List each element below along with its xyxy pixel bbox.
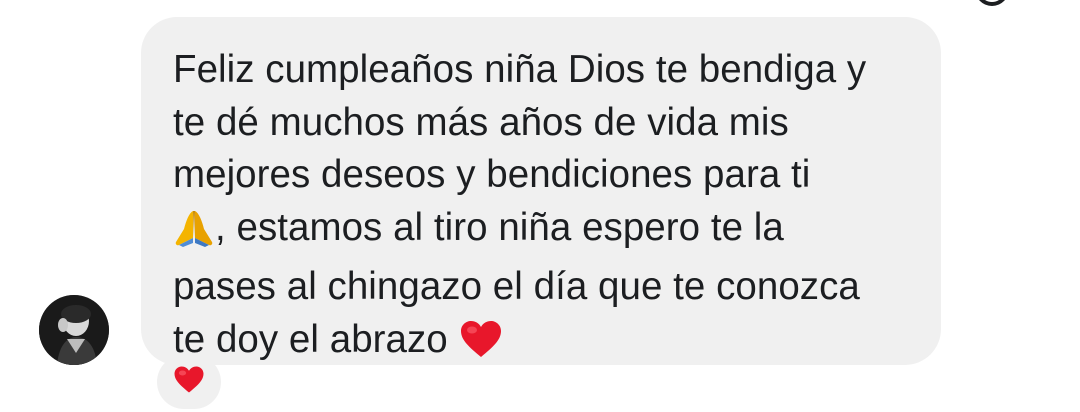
message-line-4-text: , estamos al tiro niña espero te la (215, 205, 784, 249)
sender-avatar[interactable] (39, 295, 109, 365)
message-bubble[interactable]: Feliz cumpleaños niña Dios te bendiga y … (141, 17, 941, 365)
emoji-reaction-icon[interactable] (975, 0, 1009, 6)
chat-view: Feliz cumpleaños niña Dios te bendiga y … (0, 0, 1080, 412)
message-line-5: pases al chingazo el día que te conozca (173, 265, 860, 308)
message-line-6-text: te doy el abrazo (173, 317, 448, 361)
message-line-1: Feliz cumpleaños niña Dios te bendiga y (173, 48, 867, 91)
message-line-3: mejores deseos y bendiciones para ti (173, 153, 811, 196)
message-line-6: te doy el abrazo (173, 314, 941, 374)
heart-reaction-badge[interactable] (157, 355, 221, 409)
message-line-2: te dé muchos más años de vida mis (173, 100, 789, 144)
red-heart-icon (173, 365, 205, 399)
message-line-4: , estamos al tiro niña espero te la (173, 202, 941, 262)
praying-hands-emoji (173, 207, 215, 262)
red-heart-emoji (459, 319, 503, 374)
avatar-photo (39, 295, 109, 365)
